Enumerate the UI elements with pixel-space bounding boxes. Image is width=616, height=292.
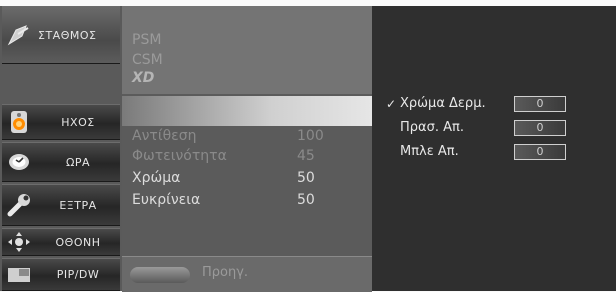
list-item[interactable]: Ευκρίνεια 50 [132, 192, 362, 212]
csm-option[interactable]: CSM [132, 52, 163, 68]
sidebar: ΣΤΑΘΜΟΣ ΗΧΟΣ ΩΡΑ ΕΞΤΡΑ ΟΘΟΝΗ PIP/DW [0, 6, 122, 291]
sidebar-item-extra[interactable]: ΕΞΤΡΑ [2, 184, 120, 226]
pip-icon [2, 266, 36, 284]
speaker-icon [2, 110, 36, 134]
clock-icon [2, 150, 36, 174]
sidebar-item-time[interactable]: ΩΡΑ [2, 142, 120, 182]
list-item[interactable]: Χρώμα 50 [132, 170, 362, 190]
picture-mode-options: PSM CSM XD [122, 6, 372, 94]
skin-tone-panel: ✓ Χρώμα Δερμ. 0 Πρασ. Απ. 0 Μπλε Απ. 0 [372, 6, 616, 291]
selected-option-highlight [122, 96, 372, 126]
wrench-icon [2, 192, 36, 218]
sidebar-item-label: ΩΡΑ [65, 155, 91, 169]
sidebar-item-station[interactable]: ΣΤΑΘΜΟΣ [2, 6, 120, 64]
sidebar-item-label: ΟΘΟΝΗ [55, 235, 101, 249]
prev-button[interactable] [130, 267, 190, 283]
xd-option[interactable]: XD [132, 70, 154, 86]
sidebar-item-label: ΕΞΤΡΑ [59, 198, 97, 212]
sidebar-item-label: ΗΧΟΣ [61, 115, 95, 129]
checkmark-icon: ✓ [386, 97, 397, 111]
adjust-row[interactable]: Πρασ. Απ. 0 [386, 120, 596, 140]
sidebar-item-label: ΣΤΑΘΜΟΣ [38, 28, 97, 42]
sidebar-item-pip[interactable]: PIP/DW [2, 258, 120, 291]
sidebar-item-screen[interactable]: ΟΘΟΝΗ [2, 228, 120, 256]
list-item[interactable]: Φωτεινότητα 45 [132, 148, 362, 168]
move-arrows-icon [2, 231, 36, 253]
adjust-row[interactable]: Μπλε Απ. 0 [386, 144, 596, 164]
picture-menu-panel: PSM CSM XD Αντίθεση 100 Φωτεινότητα 45 Χ… [122, 6, 372, 292]
prev-label: Προηγ. [202, 265, 249, 280]
list-item[interactable]: Αντίθεση 100 [132, 128, 362, 148]
sidebar-item-sound[interactable]: ΗΧΟΣ [2, 104, 120, 140]
sidebar-item-label: PIP/DW [56, 268, 100, 281]
psm-option[interactable]: PSM [132, 32, 161, 48]
adjust-row[interactable]: ✓ Χρώμα Δερμ. 0 [386, 96, 596, 116]
tv-osd-screen: ΣΤΑΘΜΟΣ ΗΧΟΣ ΩΡΑ ΕΞΤΡΑ ΟΘΟΝΗ PIP/DW PSM … [0, 6, 616, 292]
bottom-bar: Προηγ. [122, 256, 372, 292]
antenna-icon [2, 24, 36, 46]
